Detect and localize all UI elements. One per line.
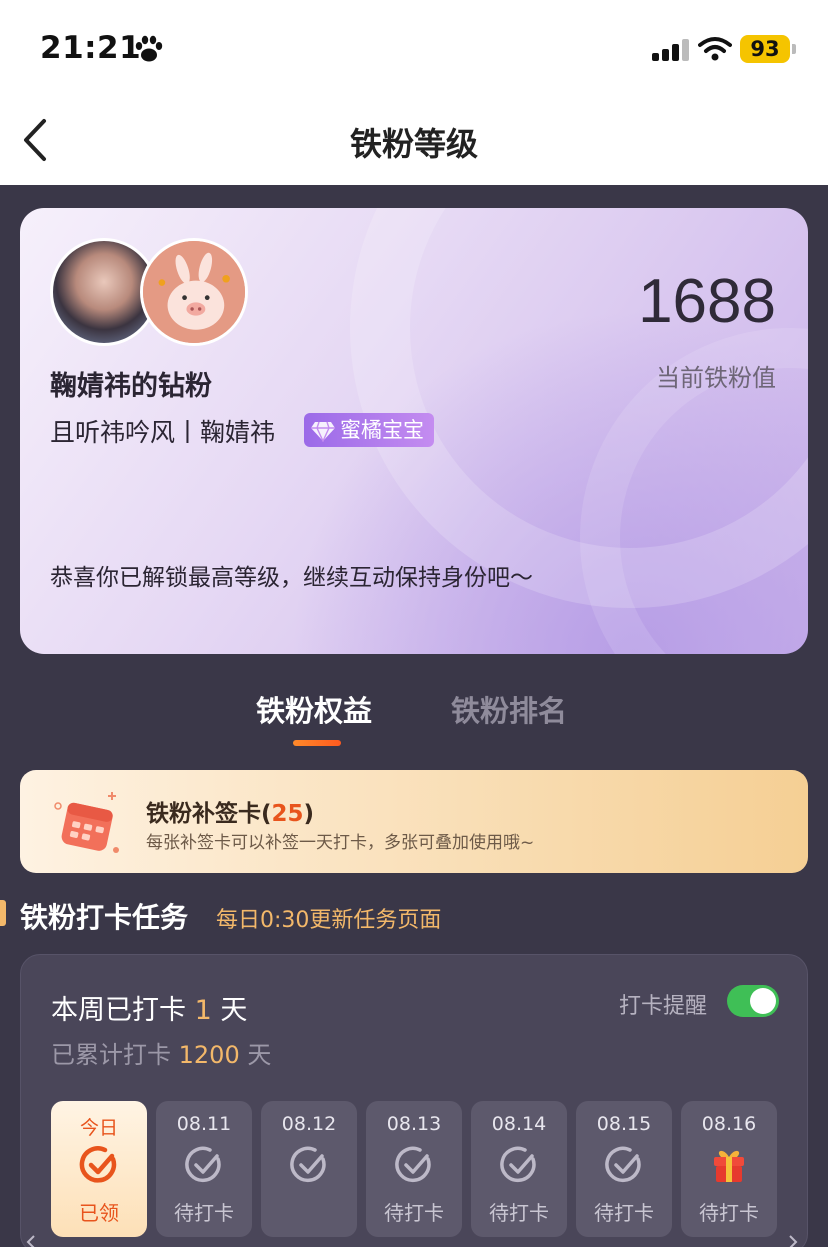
checkin-day[interactable]: 08.12 [261, 1101, 357, 1237]
fan-badge-label: 蜜橘宝宝 [340, 418, 424, 442]
signal-icon [652, 39, 690, 61]
makeup-card-subtitle: 每张补签卡可以补签一天打卡，多张可叠加使用哦~ [146, 833, 535, 853]
scroll-left-arrow-icon[interactable] [24, 1234, 38, 1247]
check-circle-icon [395, 1146, 431, 1183]
congrats-message: 恭喜你已解锁最高等级，继续互动保持身份吧～ [50, 565, 533, 591]
paw-icon [135, 35, 163, 62]
fan-subtitle: 且听祎吟风丨鞠婧祎 [50, 418, 276, 447]
makeup-card-title: 铁粉补签卡(25) [146, 801, 315, 827]
tab-fan-ranking[interactable]: 铁粉排名 [451, 688, 567, 730]
checkin-day[interactable]: 08.11 待打卡 [156, 1101, 252, 1237]
tab-active-indicator [293, 740, 341, 746]
wifi-icon [698, 37, 732, 61]
checkin-day[interactable]: 08.13 待打卡 [366, 1101, 462, 1237]
checkin-day-today[interactable]: 今日 已领 [51, 1101, 147, 1237]
scroll-right-arrow-icon[interactable] [786, 1234, 800, 1247]
section-accent-bar [0, 900, 6, 926]
checkin-reminder-toggle[interactable] [727, 985, 779, 1017]
fan-title: 鞠婧祎的钻粉 [50, 371, 212, 402]
nav-bar: 铁粉等级 [0, 95, 828, 185]
user-avatar[interactable] [140, 238, 248, 346]
status-time: 21:21 [40, 30, 142, 66]
gift-icon [714, 1150, 744, 1182]
tab-fan-benefits[interactable]: 铁粉权益 [256, 688, 372, 730]
check-circle-icon [500, 1146, 536, 1183]
total-checkin-count: 已累计打卡 1200 天 [51, 1041, 272, 1069]
fan-level-card: 1688 当前铁粉值 鞠婧祎的钻粉 且听祎吟风丨鞠婧祎 蜜橘宝宝 恭喜你已解锁最… [20, 208, 808, 654]
check-circle-icon [79, 1146, 117, 1183]
calendar-icon [54, 792, 119, 853]
fan-score-label: 当前铁粉值 [656, 364, 776, 392]
fan-badge: 蜜橘宝宝 [304, 413, 434, 447]
page-title: 铁粉等级 [349, 125, 478, 163]
check-circle-icon [605, 1146, 641, 1183]
makeup-card-count: 25 [271, 801, 304, 827]
battery-indicator: 93 [740, 35, 796, 63]
checkin-day[interactable]: 08.14 待打卡 [471, 1101, 567, 1237]
section-note: 每日0:30更新任务页面 [216, 908, 442, 933]
checkin-days-row: 今日 已领 08.11 待打卡 08.12 08.13 待打卡 08.14 待打… [51, 1101, 781, 1241]
diamond-icon [311, 421, 335, 442]
makeup-card-banner[interactable]: 铁粉补签卡(25) 每张补签卡可以补签一天打卡，多张可叠加使用哦~ [20, 770, 808, 873]
status-bar: 21:21 93 [0, 0, 828, 95]
week-checkin-count: 本周已打卡 1 天 [51, 995, 248, 1026]
section-title: 铁粉打卡任务 [20, 901, 189, 934]
checkin-day-reward[interactable]: 08.16 待打卡 [681, 1101, 777, 1237]
check-circle-icon [185, 1146, 221, 1183]
fan-score-value: 1688 [638, 267, 776, 336]
check-circle-icon [290, 1146, 326, 1183]
checkin-day[interactable]: 08.15 待打卡 [576, 1101, 672, 1237]
checkin-task-card: 本周已打卡 1 天 已累计打卡 1200 天 打卡提醒 今日 已领 08.11 … [20, 954, 808, 1247]
checkin-reminder-label: 打卡提醒 [619, 994, 708, 1019]
